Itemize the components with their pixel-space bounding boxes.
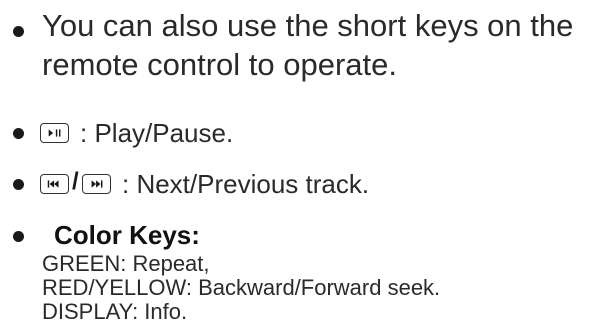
shortkeys-intro-line-1: You can also use the short keys on the (42, 8, 574, 43)
shortkeys-intro-line-2: remote control to operate. (42, 47, 397, 82)
color-key-display-line: DISPLAY: Info. (42, 299, 188, 324)
bullet-dot (13, 179, 24, 190)
play-pause-key-icon (40, 123, 69, 143)
color-key-red-yellow-line: RED/YELLOW: Backward/Forward seek. (42, 275, 441, 300)
bullet-dot (13, 231, 24, 242)
color-keys-heading: Color Keys: (54, 220, 200, 250)
play-pause-description: : Play/Pause. (80, 118, 234, 148)
next-track-key-icon (82, 174, 111, 194)
color-key-green-line: GREEN: Repeat, (42, 251, 210, 276)
key-separator: / (72, 168, 79, 195)
bullet-dot (13, 128, 24, 139)
previous-track-key-icon (40, 174, 69, 194)
next-previous-description: : Next/Previous track. (122, 169, 370, 199)
bullet-dot (13, 26, 24, 37)
